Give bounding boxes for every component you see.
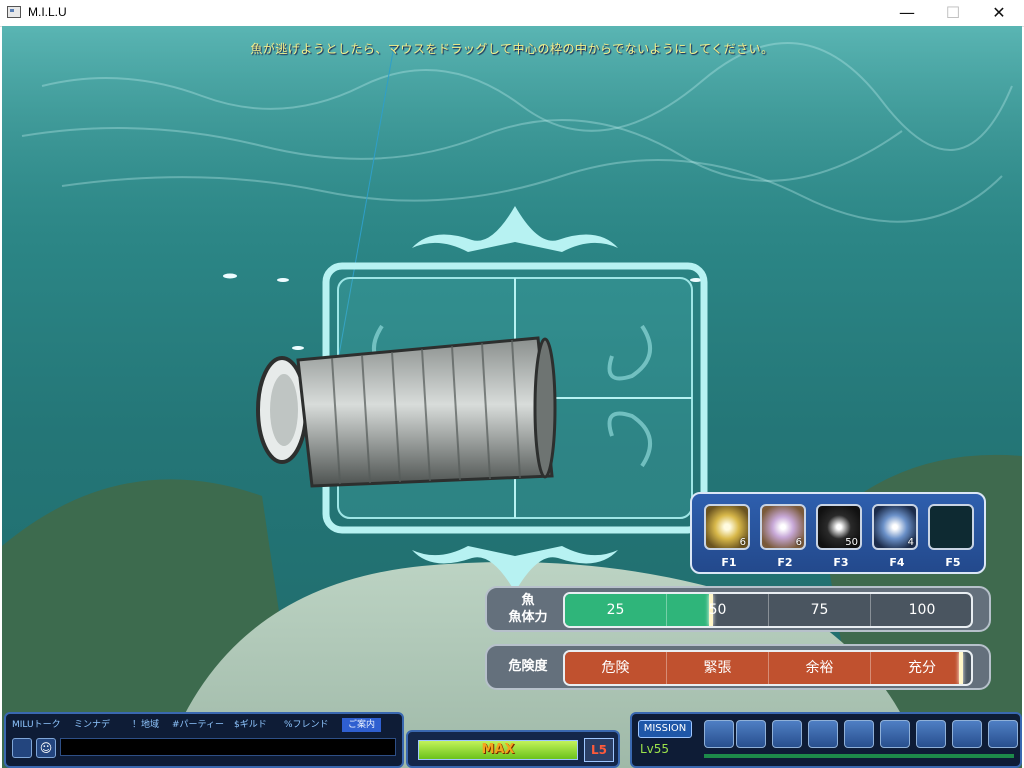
skill-slot-f4[interactable]: 4 F4 bbox=[872, 504, 918, 569]
settings-gear-icon[interactable] bbox=[988, 720, 1018, 748]
max-gauge: MAX bbox=[418, 740, 578, 760]
chat-tab-guide[interactable]: ご案内 bbox=[342, 718, 382, 732]
skill-icon[interactable] bbox=[844, 720, 874, 748]
skill-key-label: F5 bbox=[945, 556, 961, 569]
skill-count: 6 bbox=[795, 537, 802, 548]
character-status-icon[interactable] bbox=[736, 720, 766, 748]
skill-count: 4 bbox=[907, 537, 914, 548]
danger-level: 余裕 bbox=[769, 652, 871, 684]
danger-level: 緊張 bbox=[667, 652, 769, 684]
chat-tab-party[interactable]: #パーティー bbox=[172, 718, 224, 732]
fish-stamina-panel: 魚 魚体力 25 50 75 100 bbox=[485, 586, 991, 632]
menu-panel: MISSION Lv55 bbox=[630, 712, 1022, 768]
gauge-panel: MAX L5 bbox=[406, 730, 620, 768]
skill-slot-f5[interactable]: F5 bbox=[928, 504, 974, 569]
danger-label: 危険度 bbox=[508, 659, 548, 674]
stamina-tick: 75 bbox=[769, 594, 871, 626]
exp-bar bbox=[704, 754, 1014, 758]
skill-key-label: F3 bbox=[833, 556, 849, 569]
chat-tab-region[interactable]: ！地域 bbox=[132, 718, 159, 732]
minimize-button[interactable]: — bbox=[884, 0, 930, 26]
skill-slot-f1[interactable]: 6 F1 bbox=[704, 504, 750, 569]
chat-input[interactable] bbox=[60, 738, 396, 756]
skill-key-label: F4 bbox=[889, 556, 905, 569]
skill-count: 6 bbox=[739, 537, 746, 548]
stamina-label-line2: 魚体力 bbox=[508, 610, 548, 625]
player-level: Lv55 bbox=[640, 742, 670, 756]
emoticon-icon[interactable]: ☺ bbox=[36, 738, 56, 758]
underwater-scene: 魚が逃げようとしたら、マウスをドラッグして中心の枠の中からでないようにしてくださ… bbox=[2, 26, 1022, 768]
danger-bar: 危険 緊張 余裕 充分 bbox=[563, 650, 973, 686]
add-friend-icon[interactable] bbox=[880, 720, 910, 748]
danger-panel: 危険度 危険 緊張 余裕 充分 bbox=[485, 644, 991, 690]
skill-slot-f2[interactable]: 6 F2 bbox=[760, 504, 806, 569]
chat-panel: MILUトーク ミンナデ ！地域 #パーティー $ギルド %フレンド ご案内 ☺ bbox=[4, 712, 404, 768]
maximize-button[interactable]: ☐ bbox=[930, 0, 976, 26]
stamina-label-line1: 魚 bbox=[521, 593, 535, 608]
stamina-tick: 50 bbox=[667, 594, 769, 626]
skill-slot-f3[interactable]: 50 F3 bbox=[816, 504, 862, 569]
stamina-tick: 25 bbox=[565, 594, 667, 626]
chat-tab-minnade[interactable]: ミンナデ bbox=[74, 718, 110, 732]
stamina-label: 魚 魚体力 bbox=[495, 592, 561, 626]
chat-tab-friend[interactable]: %フレンド bbox=[284, 718, 329, 732]
chat-tab-guild[interactable]: $ギルド bbox=[234, 718, 267, 732]
mission-button[interactable]: MISSION bbox=[638, 720, 692, 738]
skill-count: 50 bbox=[845, 537, 858, 548]
profile-icon[interactable] bbox=[772, 720, 802, 748]
chat-tab-milu-talk[interactable]: MILUトーク bbox=[12, 718, 61, 732]
chat-window-icon[interactable] bbox=[12, 738, 32, 758]
window-title: M.I.L.U bbox=[28, 5, 67, 19]
tin-can-fish bbox=[256, 336, 557, 488]
level-badge: L5 bbox=[584, 738, 614, 762]
stamina-tick: 100 bbox=[908, 602, 936, 618]
close-button[interactable]: ✕ bbox=[976, 0, 1022, 26]
danger-level: 危険 bbox=[565, 652, 667, 684]
stamina-bar: 25 50 75 100 bbox=[563, 592, 973, 628]
window-titlebar: M.I.L.U — ☐ ✕ bbox=[0, 0, 1024, 27]
inventory-icon[interactable] bbox=[808, 720, 838, 748]
return-icon[interactable] bbox=[704, 720, 734, 748]
skill-panel: 6 F1 6 F2 50 F3 4 F4 F5 bbox=[690, 492, 986, 574]
chat-bubble-icon[interactable] bbox=[952, 720, 982, 748]
instruction-text: 魚が逃げようとしたら、マウスをドラッグして中心の枠の中からでないようにしてくださ… bbox=[250, 42, 774, 56]
party-icon[interactable] bbox=[916, 720, 946, 748]
skill-key-label: F2 bbox=[777, 556, 793, 569]
max-label: MAX bbox=[481, 742, 515, 757]
danger-level: 充分 bbox=[908, 660, 936, 676]
skill-key-label: F1 bbox=[721, 556, 737, 569]
app-icon bbox=[7, 6, 21, 18]
